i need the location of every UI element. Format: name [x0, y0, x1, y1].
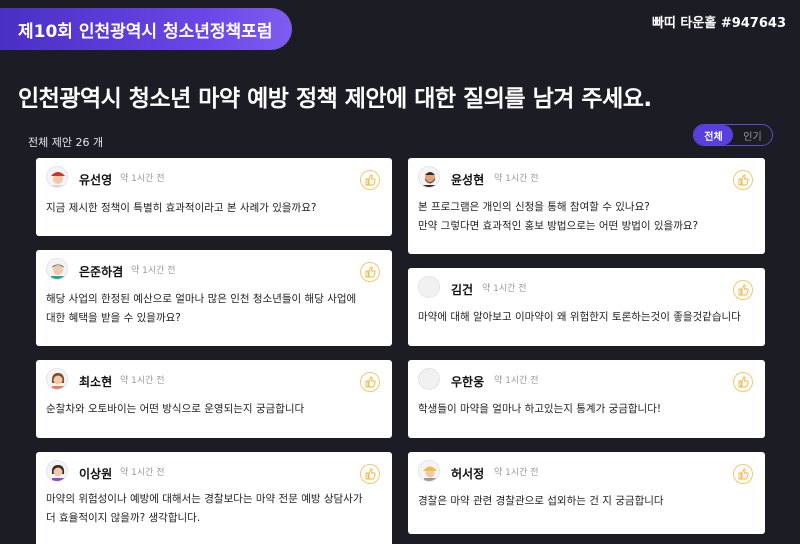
forum-title: 제10회 인천광역시 청소년정책포럼 [0, 8, 292, 50]
post-time: 약 1시간 전 [120, 376, 165, 386]
author-name: 유선영 [79, 173, 113, 187]
post-time: 약 1시간 전 [494, 376, 539, 386]
question-card[interactable]: 우한웅 약 1시간 전 학생들이 마약을 얼마나 하고있는지 통계가 궁금합니다… [408, 360, 765, 438]
avatar-woman-red-hat-icon [46, 166, 68, 188]
avatar-blank-icon [418, 276, 440, 298]
question-text-line: 마약의 위험성이나 예방에 대해서는 경찰보다는 마약 전문 예방 상담사가 [46, 493, 363, 505]
like-icon[interactable] [360, 170, 380, 190]
like-icon[interactable] [360, 464, 380, 484]
post-time: 약 1시간 전 [494, 174, 539, 184]
question-card[interactable]: 유선영 약 1시간 전 지금 제시한 정책이 특별히 효과적이라고 본 사례가 … [36, 158, 392, 236]
question-text: 마약의 위험성이나 예방에 대해서는 경찰보다는 마약 전문 예방 상담사가 더… [46, 490, 363, 528]
question-card[interactable]: 허서정 약 1시간 전 경찰은 마약 관련 경찰관으로 섭외하는 건 지 궁금합… [408, 452, 765, 534]
question-text: 해당 사업의 한정된 예산으로 얼마나 많은 인천 청소년들이 해당 사업에 대… [46, 290, 356, 328]
question-card[interactable]: 김건 약 1시간 전 마약에 대해 알아보고 이마약이 왜 위험한지 토론하는것… [408, 268, 765, 346]
like-icon[interactable] [360, 372, 380, 392]
room-label: 빠띠 타운홀 #947643 [651, 16, 786, 31]
author-name: 이상원 [79, 467, 113, 481]
like-icon[interactable] [360, 262, 380, 282]
question-card[interactable]: 최소현 약 1시간 전 순찰차와 오토바이는 어떤 방식으로 운영되는지 궁금합… [36, 360, 392, 438]
avatar-woman-brown-hair-icon [46, 368, 68, 390]
like-icon[interactable] [733, 464, 753, 484]
like-icon[interactable] [733, 170, 753, 190]
question-text-line: 해당 사업의 한정된 예산으로 얼마나 많은 인천 청소년들이 해당 사업에 [46, 293, 357, 305]
question-card[interactable]: 윤성현 약 1시간 전 본 프로그램은 개인의 신청을 통해 참여할 수 있나요… [408, 158, 765, 254]
post-time: 약 1시간 전 [120, 174, 165, 184]
question-text-line: 지금 제시한 정책이 특별히 효과적이라고 본 사례가 있을까요? [46, 202, 317, 214]
avatar-blank-icon [418, 368, 440, 390]
question-text: 마약에 대해 알아보고 이마약이 왜 위험한지 토론하는것이 좋을것같습니다 [418, 308, 741, 327]
question-text-line: 대한 혜택을 받을 수 있을까요? [46, 312, 181, 324]
author-name: 최소현 [79, 375, 113, 389]
question-card[interactable]: 은준하겸 약 1시간 전 해당 사업의 한정된 예산으로 얼마나 많은 인천 청… [36, 250, 392, 346]
like-icon[interactable] [733, 372, 753, 392]
question-text-line: 순찰차와 오토바이는 어떤 방식으로 운영되는지 궁금합니다 [46, 403, 305, 415]
question-text-line: 만약 그렇다면 효과적인 홍보 방법으로는 어떤 방법이 있을까요? [418, 220, 699, 232]
page-title: 인천광역시 청소년 마약 예방 정책 제안에 대한 질의를 남겨 주세요. [18, 86, 652, 112]
top-bar: 제10회 인천광역시 청소년정책포럼 빠띠 타운홀 #947643 [0, 0, 800, 50]
avatar-man-beard-icon [418, 166, 440, 188]
question-text-line: 학생들이 마약을 얼마나 하고있는지 통계가 궁금합니다! [418, 403, 662, 415]
question-text: 지금 제시한 정책이 특별히 효과적이라고 본 사례가 있을까요? [46, 199, 316, 218]
question-text-line: 본 프로그램은 개인의 신청을 통해 참여할 수 있나요? [418, 201, 650, 213]
avatar-woman-yellow-hat-icon [418, 460, 440, 482]
proposal-count: 전체 제안 26 개 [28, 136, 104, 149]
author-name: 김건 [451, 283, 474, 297]
author-name: 은준하겸 [79, 265, 124, 279]
author-name: 윤성현 [451, 173, 485, 187]
author-name: 우한웅 [451, 375, 485, 389]
avatar-woman-purple-icon [46, 460, 68, 482]
post-time: 약 1시간 전 [120, 468, 165, 478]
sort-popular-button[interactable]: 인기 [733, 125, 772, 145]
post-time: 약 1시간 전 [131, 266, 176, 276]
question-text: 본 프로그램은 개인의 신청을 통해 참여할 수 있나요? 만약 그렇다면 효과… [418, 198, 698, 236]
question-text: 학생들이 마약을 얼마나 하고있는지 통계가 궁금합니다! [418, 400, 661, 419]
avatar-man-teal-icon [46, 258, 68, 280]
post-time: 약 1시간 전 [494, 468, 539, 478]
sort-toggle[interactable]: 전체 인기 [693, 124, 773, 146]
question-text-line: 경찰은 마약 관련 경찰관으로 섭외하는 건 지 궁금합니다 [418, 495, 664, 507]
question-text-line: 마약에 대해 알아보고 이마약이 왜 위험한지 토론하는것이 좋을것같습니다 [418, 311, 741, 323]
like-icon[interactable] [733, 280, 753, 300]
post-time: 약 1시간 전 [482, 284, 527, 294]
question-card[interactable]: 이상원 약 1시간 전 마약의 위험성이나 예방에 대해서는 경찰보다는 마약 … [36, 452, 392, 544]
question-text-line: 더 효율적이지 않을까? 생각합니다. [46, 512, 201, 524]
sort-all-button[interactable]: 전체 [694, 125, 733, 145]
question-text: 순찰차와 오토바이는 어떤 방식으로 운영되는지 궁금합니다 [46, 400, 304, 419]
author-name: 허서정 [451, 467, 485, 481]
question-text: 경찰은 마약 관련 경찰관으로 섭외하는 건 지 궁금합니다 [418, 492, 664, 511]
